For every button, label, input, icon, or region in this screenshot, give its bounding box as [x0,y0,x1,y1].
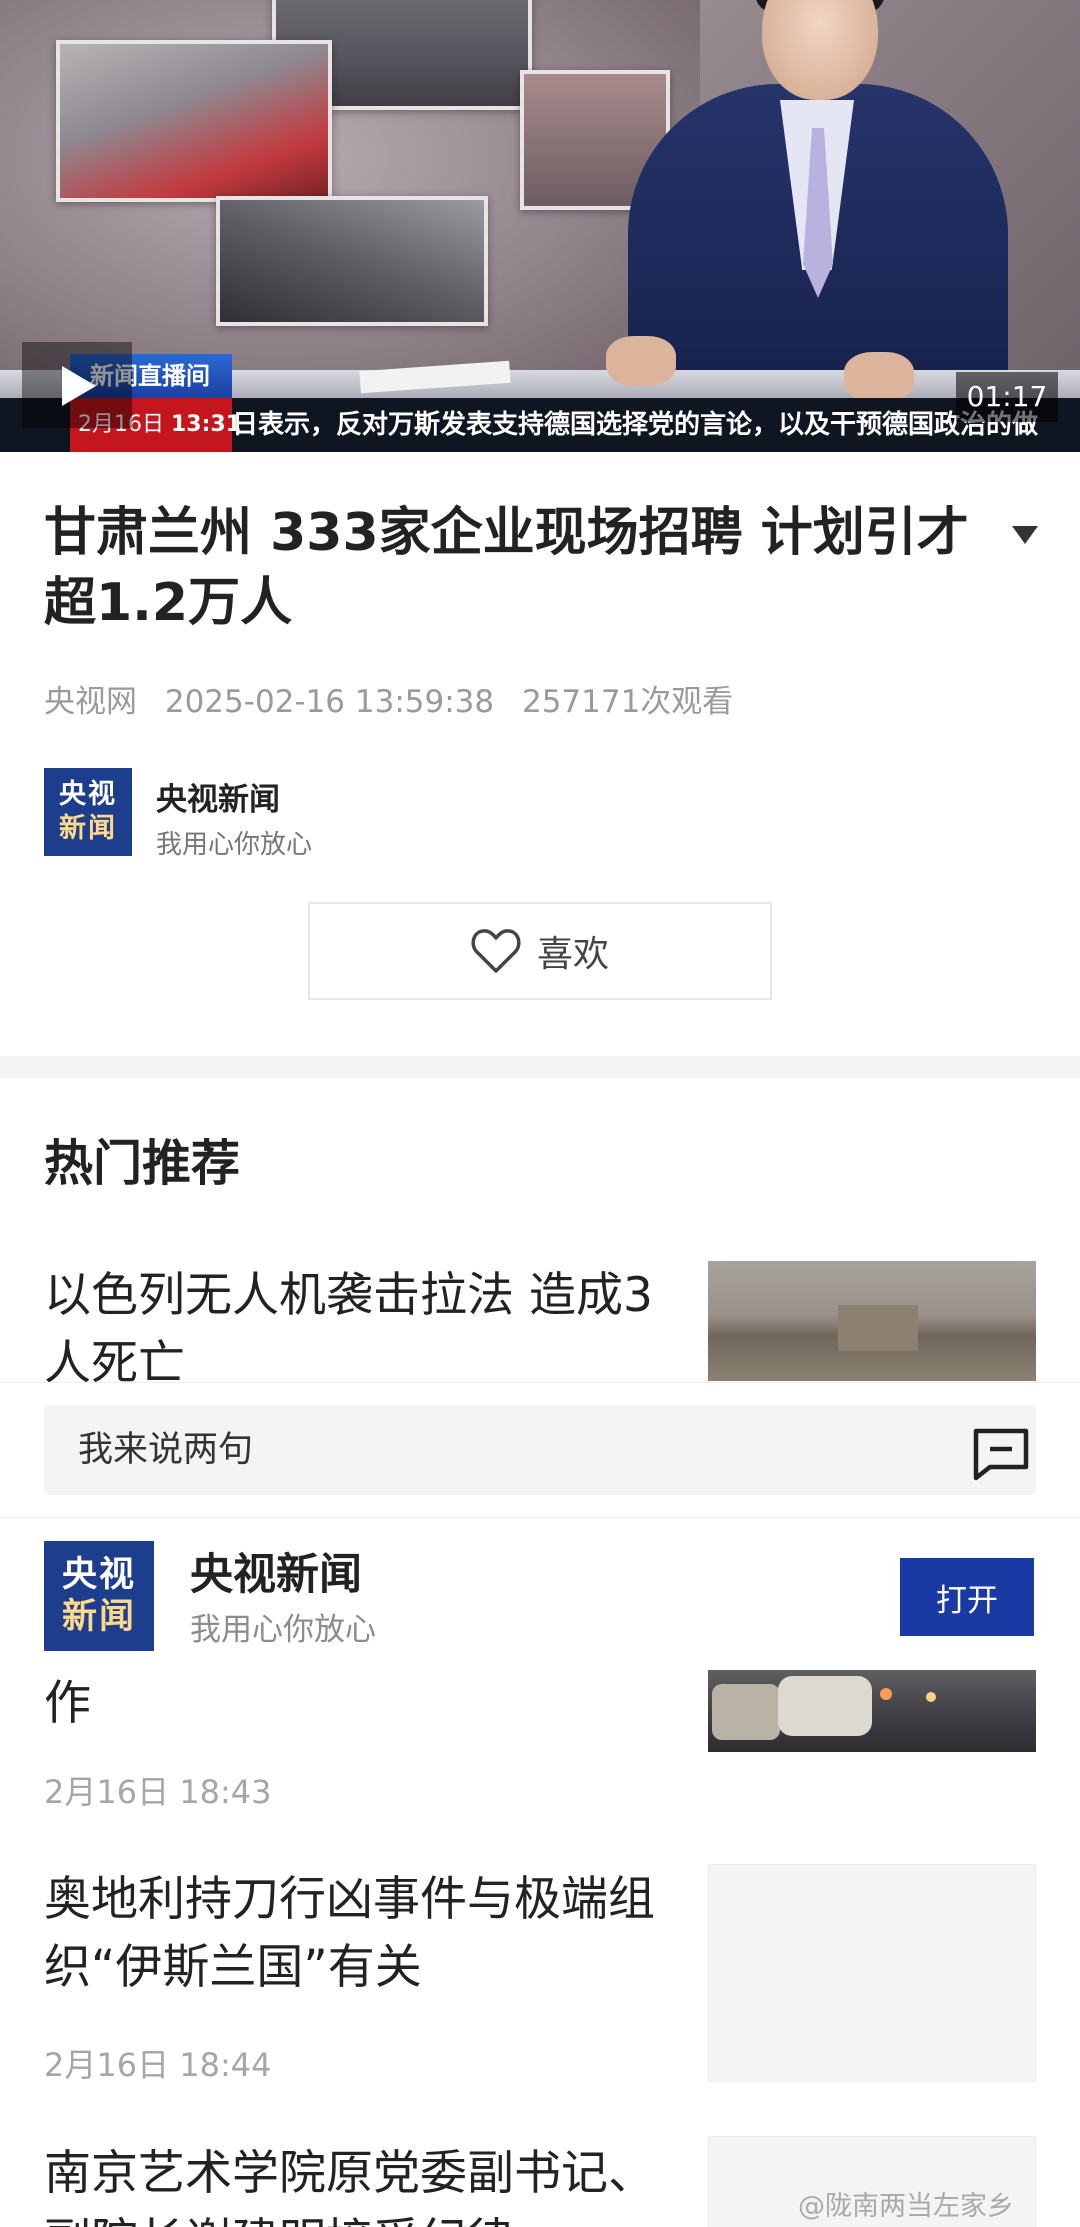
section-divider [0,1056,1080,1078]
article-meta: 央视网 2025-02-16 13:59:38 257171次观看 [44,676,751,721]
recommend-item-title[interactable]: 奥地利持刀行凶事件与极端组织“伊斯兰国”有关 [44,1866,664,2002]
article-views: 257171次观看 [521,684,734,720]
logo-text-line2: 新闻 [59,813,117,844]
channel-logo[interactable]: 央视 新闻 [44,768,132,856]
article-source: 央视网 [44,684,137,720]
video-photo [216,196,488,326]
recommend-item-title[interactable]: 南京艺术学院原党委副书记、副院长谢建明接受纪律 [44,2140,664,2227]
logo-text-line1: 央视 [61,1555,136,1595]
comment-input[interactable]: 我来说两句 [44,1405,1036,1495]
like-label: 喜欢 [536,934,609,975]
article-datetime: 2025-02-16 13:59:38 [164,684,495,720]
article-title: 甘肃兰州 333家企业现场招聘 计划引才超1.2万人 [44,503,969,633]
comment-placeholder: 我来说两句 [78,1430,254,1470]
video-photo [56,40,332,202]
like-button[interactable]: 喜欢 [308,902,772,1000]
channel-slogan: 我用心你放心 [156,830,313,860]
expand-down-icon[interactable] [1012,526,1038,544]
channel-name[interactable]: 央视新闻 [156,774,280,819]
recommend-item-thumbnail[interactable] [708,1670,1036,1752]
hot-recommend-title: 热门推荐 [44,1135,241,1192]
ticker-text: 日表示，反对万斯发表支持德国选择党的言论，以及干预德国政治的做 [232,410,1039,440]
anchor-hand [606,336,676,386]
app-name: 央视新闻 [190,1550,362,1600]
recommend-item-time: 2月16日 18:44 [44,2046,272,2084]
recommend-item-time: 2月16日 18:43 [44,1773,272,1811]
recommend-item-title[interactable]: 以色列无人机袭击拉法 造成3人死亡 [44,1262,664,1398]
open-app-button[interactable]: 打开 [900,1558,1034,1636]
watermark: @陇南两当左家乡 [798,2191,1014,2222]
video-duration: 01:17 [956,372,1058,422]
logo-text-line1: 央视 [59,779,117,810]
anchor-hand [844,352,914,402]
app-slogan: 我用心你放心 [190,1612,376,1648]
recommend-item-title[interactable]: 作 [44,1670,664,1738]
recommend-item-thumbnail[interactable] [708,1864,1036,2082]
heart-icon [471,929,521,973]
video-player[interactable]: 日表示，反对万斯发表支持德国选择党的言论，以及干预德国政治的做 新闻直播间 2月… [0,0,1080,452]
comment-icon[interactable] [972,1427,1030,1481]
recommend-item-thumbnail[interactable] [708,1261,1036,1381]
broadcast-time: 13:31 [171,412,242,437]
app-logo: 央视 新闻 [44,1541,154,1651]
logo-text-line2: 新闻 [61,1597,136,1637]
play-icon[interactable] [62,366,96,406]
comment-bar: 我来说两句 [0,1382,1080,1516]
app-promo-bar: 央视 新闻 央视新闻 我用心你放心 打开 [0,1517,1080,1657]
